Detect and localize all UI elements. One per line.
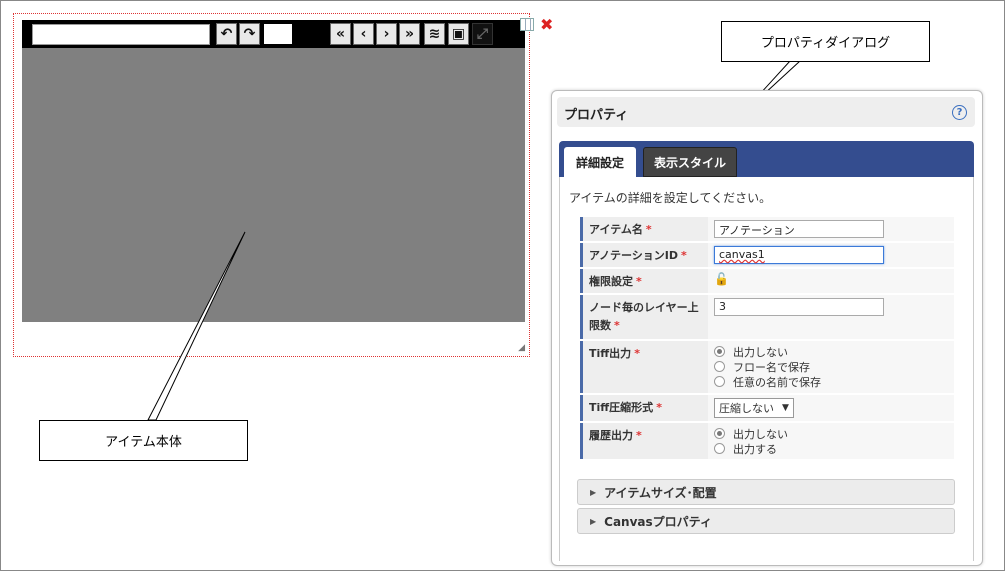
property-dialog: プロパティ ? 詳細設定 表示スタイル アイテムの詳細を設定してください。 アイ… bbox=[551, 90, 983, 566]
permission-label: 権限設定 bbox=[589, 275, 633, 288]
tiff-output-option[interactable]: 出力しない bbox=[714, 344, 948, 359]
accordion-label: アイテムサイズ･配置 bbox=[604, 485, 717, 500]
tab-detail-settings[interactable]: 詳細設定 bbox=[564, 147, 636, 177]
accordion-canvas-properties[interactable]: ▶ Canvasプロパティ bbox=[577, 508, 955, 534]
accordion-item-size[interactable]: ▶ アイテムサイズ･配置 bbox=[577, 479, 955, 505]
callout-property-dialog: プロパティダイアログ bbox=[721, 21, 930, 62]
chevron-down-icon: ▼ bbox=[782, 403, 789, 413]
property-table: アイテム名 * アノテーション アノテーションID * canvas1 権限設定 * … bbox=[580, 215, 954, 461]
caret-right-icon: ▶ bbox=[590, 487, 597, 497]
radio-label: 出力する bbox=[733, 442, 777, 456]
tiff-output-label: Tiff出力 bbox=[589, 347, 632, 360]
history-output-label: 履歴出力 bbox=[589, 429, 633, 442]
radio-label: 出力しない bbox=[733, 345, 788, 359]
dialog-title: プロパティ bbox=[564, 108, 629, 123]
accordion-label: Canvasプロパティ bbox=[604, 514, 712, 529]
item-name-label: アイテム名 bbox=[589, 223, 643, 236]
tiff-output-option[interactable]: 任意の名前で保存 bbox=[714, 374, 948, 389]
tiff-compression-label: Tiff圧縮形式 bbox=[589, 401, 654, 414]
table-row: アイテム名 * アノテーション bbox=[580, 217, 954, 241]
radio-unselected[interactable] bbox=[714, 443, 725, 454]
tiff-output-option[interactable]: フロー名で保存 bbox=[714, 359, 948, 374]
table-row: アノテーションID * canvas1 bbox=[580, 243, 954, 267]
select-value: 圧縮しない bbox=[719, 402, 774, 415]
annotation-id-label: アノテーションID bbox=[589, 249, 679, 262]
help-icon[interactable]: ? bbox=[952, 105, 967, 120]
annotation-id-input[interactable]: canvas1 bbox=[714, 246, 884, 264]
required-mark: * bbox=[645, 223, 652, 236]
table-row: 履歴出力 * 出力しない 出力する bbox=[580, 423, 954, 459]
required-mark: * bbox=[656, 401, 662, 414]
required-mark: * bbox=[634, 347, 640, 360]
history-output-option[interactable]: 出力しない bbox=[714, 426, 948, 441]
radio-selected[interactable] bbox=[714, 346, 725, 357]
lock-icon[interactable]: 🔓 bbox=[714, 272, 729, 286]
dialog-header: プロパティ ? bbox=[557, 97, 975, 127]
table-row: Tiff出力 * 出力しない フロー名で保存 任意の名前で保存 bbox=[580, 341, 954, 393]
item-name-input[interactable]: アノテーション bbox=[714, 220, 884, 238]
tab-display-style[interactable]: 表示スタイル bbox=[643, 147, 737, 177]
radio-label: 出力しない bbox=[733, 427, 788, 441]
table-row: 権限設定 * 🔓 bbox=[580, 269, 954, 293]
callout-item-body: アイテム本体 bbox=[39, 420, 248, 461]
caret-right-icon: ▶ bbox=[590, 516, 597, 526]
required-mark: * bbox=[681, 249, 687, 262]
radio-label: フロー名で保存 bbox=[733, 360, 810, 374]
required-mark: * bbox=[614, 319, 620, 332]
tiff-compression-select[interactable]: 圧縮しない ▼ bbox=[714, 398, 794, 418]
tab-bar: 詳細設定 表示スタイル bbox=[559, 141, 974, 177]
history-output-option[interactable]: 出力する bbox=[714, 441, 948, 456]
required-mark: * bbox=[636, 275, 642, 288]
table-row: Tiff圧縮形式 * 圧縮しない ▼ bbox=[580, 395, 954, 421]
required-mark: * bbox=[636, 429, 642, 442]
dialog-description: アイテムの詳細を設定してください。 bbox=[569, 191, 772, 205]
radio-label: 任意の名前で保存 bbox=[733, 375, 821, 389]
radio-selected[interactable] bbox=[714, 428, 725, 439]
radio-unselected[interactable] bbox=[714, 376, 725, 387]
layers-per-node-label: ノード毎のレイヤー上限数 bbox=[589, 301, 699, 332]
layers-per-node-input[interactable]: 3 bbox=[714, 298, 884, 316]
radio-unselected[interactable] bbox=[714, 361, 725, 372]
table-row: ノード毎のレイヤー上限数 * 3 bbox=[580, 295, 954, 339]
